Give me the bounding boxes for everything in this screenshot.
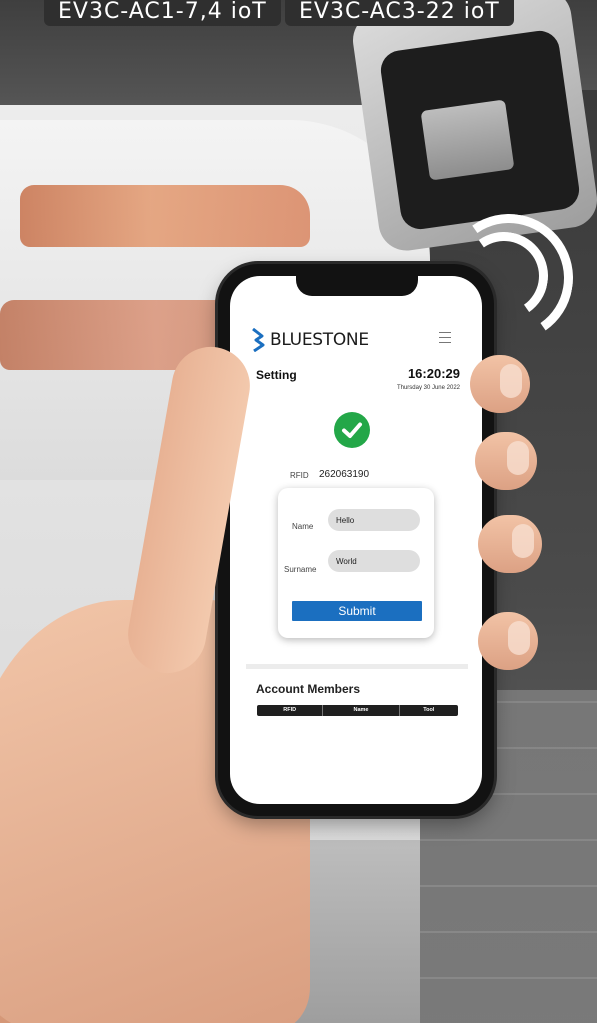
brand-logo: BLUESTONE xyxy=(252,328,369,352)
smartphone: BLUESTONE Setting 16:20:29 Thursday 30 J… xyxy=(218,264,494,816)
surname-label: Surname xyxy=(284,565,317,574)
members-table-header: RFID Name Tool xyxy=(257,705,458,716)
brand-name: BLUESTONE xyxy=(270,330,369,350)
clock-time: 16:20:29 xyxy=(407,366,460,381)
phone-notch xyxy=(296,276,418,296)
charger-plug xyxy=(420,99,515,181)
name-input[interactable] xyxy=(328,509,420,531)
car-taillight xyxy=(20,185,310,247)
account-members-title: Account Members xyxy=(256,682,361,696)
phone-screen: BLUESTONE Setting 16:20:29 Thursday 30 J… xyxy=(230,276,482,804)
name-label: Name xyxy=(292,522,314,531)
surname-input[interactable] xyxy=(328,550,420,572)
rfid-value: 262063190 xyxy=(319,469,370,480)
hand-finger xyxy=(475,432,537,490)
clock-date: Thursday 30 June 2022 xyxy=(396,385,460,391)
column-header-rfid[interactable]: RFID xyxy=(257,705,324,716)
column-header-tool[interactable]: Tool xyxy=(400,705,458,716)
page-title: Setting xyxy=(256,368,297,382)
hand-finger xyxy=(478,515,542,573)
section-divider xyxy=(246,664,468,669)
product-tag: EV3C-AC3-22 ioT xyxy=(285,0,514,26)
bluestone-logo-icon xyxy=(252,328,266,352)
column-header-name[interactable]: Name xyxy=(323,705,400,716)
rfid-label: RFID xyxy=(290,471,309,480)
product-tag: EV3C-AC1-7,4 ioT xyxy=(44,0,281,26)
hand-finger xyxy=(470,355,530,413)
hand-finger xyxy=(478,612,538,670)
submit-button[interactable]: Submit xyxy=(292,601,422,621)
check-circle-icon xyxy=(334,412,370,448)
hamburger-menu-icon[interactable] xyxy=(439,332,451,346)
user-form-card: Name Surname Submit xyxy=(278,488,434,638)
